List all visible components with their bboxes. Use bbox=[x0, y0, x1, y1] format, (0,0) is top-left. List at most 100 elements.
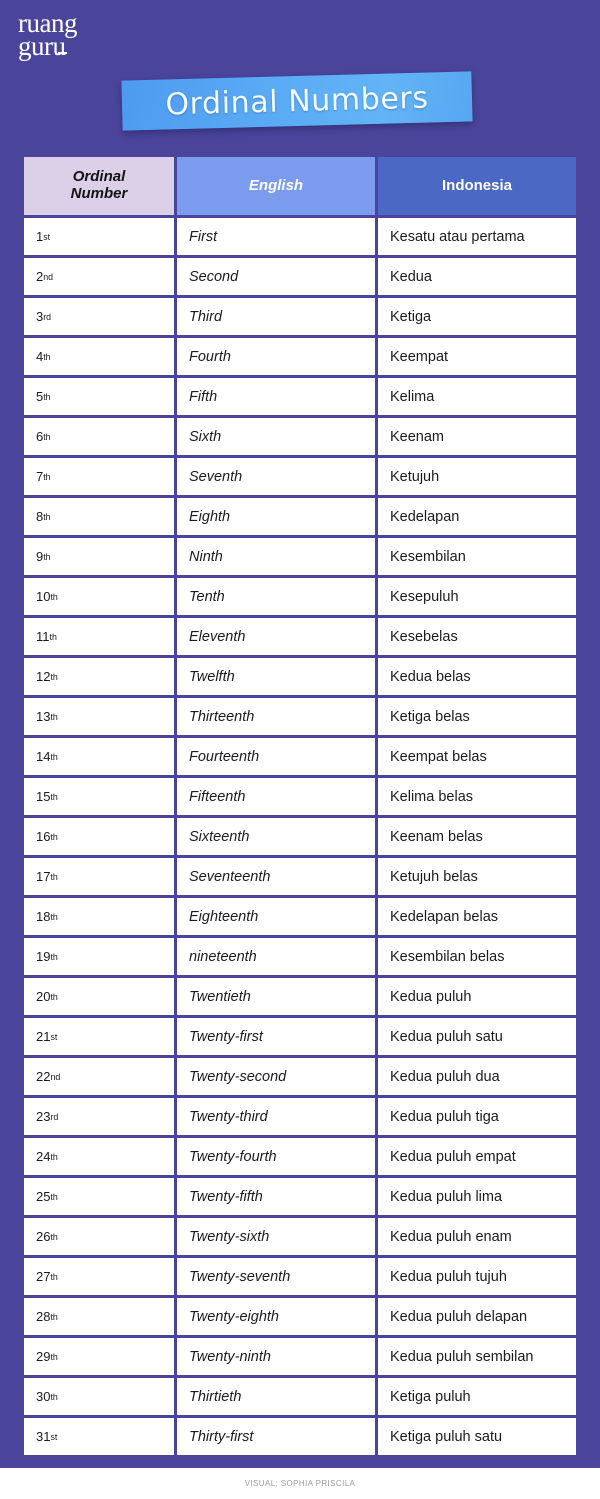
cell-indonesia: Keenam bbox=[378, 418, 576, 455]
logo-underline-mark bbox=[57, 52, 67, 55]
cell-english: First bbox=[177, 218, 375, 255]
ordinal-number-value: 17 bbox=[36, 869, 51, 884]
ordinal-number-value: 1 bbox=[36, 229, 44, 244]
cell-english: Eighth bbox=[177, 498, 375, 535]
table-row: 23rd Twenty-third Kedua puluh tiga bbox=[24, 1098, 576, 1135]
cell-english: nineteenth bbox=[177, 938, 375, 975]
cell-indonesia: Kedua bbox=[378, 258, 576, 295]
table-row: 12th Twelfth Kedua belas bbox=[24, 658, 576, 695]
cell-indonesia: Kedua puluh dua bbox=[378, 1058, 576, 1095]
cell-ordinal-number: 14th bbox=[24, 738, 174, 775]
page-title: Ordinal Numbers bbox=[164, 80, 430, 122]
table-row: 2nd Second Kedua bbox=[24, 258, 576, 295]
cell-ordinal-number: 4th bbox=[24, 338, 174, 375]
cell-english: Tenth bbox=[177, 578, 375, 615]
cell-english: Fourth bbox=[177, 338, 375, 375]
cell-ordinal-number: 10th bbox=[24, 578, 174, 615]
cell-english: Eleventh bbox=[177, 618, 375, 655]
cell-english: Twenty-third bbox=[177, 1098, 375, 1135]
ordinal-number-value: 19 bbox=[36, 949, 51, 964]
cell-english: Fifteenth bbox=[177, 778, 375, 815]
table-row: 6th Sixth Keenam bbox=[24, 418, 576, 455]
cell-ordinal-number: 24th bbox=[24, 1138, 174, 1175]
cell-english: Twenty-fifth bbox=[177, 1178, 375, 1215]
cell-ordinal-number: 15th bbox=[24, 778, 174, 815]
table-row: 25th Twenty-fifth Kedua puluh lima bbox=[24, 1178, 576, 1215]
title-area: Ordinal Numbers bbox=[0, 71, 600, 134]
cell-ordinal-number: 25th bbox=[24, 1178, 174, 1215]
table-row: 18th Eighteenth Kedelapan belas bbox=[24, 898, 576, 935]
cell-ordinal-number: 20th bbox=[24, 978, 174, 1015]
table-header-row: Ordinal Number English Indonesia bbox=[24, 157, 576, 215]
cell-indonesia: Ketujuh bbox=[378, 458, 576, 495]
table-row: 26th Twenty-sixth Kedua puluh enam bbox=[24, 1218, 576, 1255]
ordinal-number-value: 28 bbox=[36, 1309, 51, 1324]
cell-ordinal-number: 31st bbox=[24, 1418, 174, 1455]
ordinal-number-value: 20 bbox=[36, 989, 51, 1004]
ordinal-number-value: 16 bbox=[36, 829, 51, 844]
cell-indonesia: Kedelapan bbox=[378, 498, 576, 535]
table-row: 14th Fourteenth Keempat belas bbox=[24, 738, 576, 775]
cell-english: Fifth bbox=[177, 378, 375, 415]
cell-english: Seventh bbox=[177, 458, 375, 495]
cell-ordinal-number: 6th bbox=[24, 418, 174, 455]
table-row: 21st Twenty-first Kedua puluh satu bbox=[24, 1018, 576, 1055]
ordinal-number-value: 11 bbox=[36, 629, 50, 644]
table-row: 29th Twenty-ninth Kedua puluh sembilan bbox=[24, 1338, 576, 1375]
cell-ordinal-number: 2nd bbox=[24, 258, 174, 295]
ordinal-number-value: 18 bbox=[36, 909, 51, 924]
ordinal-number-value: 14 bbox=[36, 749, 51, 764]
cell-ordinal-number: 17th bbox=[24, 858, 174, 895]
table-row: 5th Fifth Kelima bbox=[24, 378, 576, 415]
cell-indonesia: Kedua puluh satu bbox=[378, 1018, 576, 1055]
ordinal-number-value: 31 bbox=[36, 1429, 51, 1444]
cell-ordinal-number: 12th bbox=[24, 658, 174, 695]
table-row: 15th Fifteenth Kelima belas bbox=[24, 778, 576, 815]
cell-indonesia: Kedua puluh lima bbox=[378, 1178, 576, 1215]
cell-indonesia: Kedua puluh enam bbox=[378, 1218, 576, 1255]
cell-ordinal-number: 7th bbox=[24, 458, 174, 495]
table-body: 1st First Kesatu atau pertama 2nd Second Kedu… bbox=[24, 218, 576, 1455]
cell-english: Thirtieth bbox=[177, 1378, 375, 1415]
cell-indonesia: Kelima belas bbox=[378, 778, 576, 815]
cell-ordinal-number: 21st bbox=[24, 1018, 174, 1055]
table-row: 17th Seventeenth Ketujuh belas bbox=[24, 858, 576, 895]
table-row: 7th Seventh Ketujuh bbox=[24, 458, 576, 495]
ordinal-number-value: 26 bbox=[36, 1229, 51, 1244]
cell-ordinal-number: 18th bbox=[24, 898, 174, 935]
footer-bar: VISUAL: SOPHIA PRISCILA bbox=[0, 1468, 600, 1499]
table-row: 27th Twenty-seventh Kedua puluh tujuh bbox=[24, 1258, 576, 1295]
cell-english: Fourteenth bbox=[177, 738, 375, 775]
cell-ordinal-number: 30th bbox=[24, 1378, 174, 1415]
cell-indonesia: Kedua puluh bbox=[378, 978, 576, 1015]
table-row: 11th Eleventh Kesebelas bbox=[24, 618, 576, 655]
cell-ordinal-number: 9th bbox=[24, 538, 174, 575]
cell-indonesia: Keempat belas bbox=[378, 738, 576, 775]
table-row: 16th Sixteenth Keenam belas bbox=[24, 818, 576, 855]
cell-indonesia: Kedua puluh tujuh bbox=[378, 1258, 576, 1295]
cell-english: Twenty-fourth bbox=[177, 1138, 375, 1175]
ordinal-number-value: 24 bbox=[36, 1149, 51, 1164]
table-row: 10th Tenth Kesepuluh bbox=[24, 578, 576, 615]
ordinal-number-value: 25 bbox=[36, 1189, 51, 1204]
table-row: 4th Fourth Keempat bbox=[24, 338, 576, 375]
ordinal-number-value: 6 bbox=[36, 429, 44, 444]
cell-indonesia: Kedelapan belas bbox=[378, 898, 576, 935]
column-header-english: English bbox=[177, 157, 375, 215]
cell-indonesia: Kedua puluh tiga bbox=[378, 1098, 576, 1135]
ordinal-number-value: 7 bbox=[36, 469, 44, 484]
table-row: 20th Twentieth Kedua puluh bbox=[24, 978, 576, 1015]
table-row: 30th Thirtieth Ketiga puluh bbox=[24, 1378, 576, 1415]
table-row: 22nd Twenty-second Kedua puluh dua bbox=[24, 1058, 576, 1095]
column-header-indonesia: Indonesia bbox=[378, 157, 576, 215]
table-row: 9th Ninth Kesembilan bbox=[24, 538, 576, 575]
cell-indonesia: Ketujuh belas bbox=[378, 858, 576, 895]
cell-indonesia: Keenam belas bbox=[378, 818, 576, 855]
cell-indonesia: Ketiga puluh bbox=[378, 1378, 576, 1415]
cell-ordinal-number: 26th bbox=[24, 1218, 174, 1255]
ordinal-number-value: 29 bbox=[36, 1349, 51, 1364]
ordinal-number-value: 22 bbox=[36, 1069, 51, 1084]
cell-ordinal-number: 23rd bbox=[24, 1098, 174, 1135]
table-row: 13th Thirteenth Ketiga belas bbox=[24, 698, 576, 735]
table-row: 28th Twenty-eighth Kedua puluh delapan bbox=[24, 1298, 576, 1335]
